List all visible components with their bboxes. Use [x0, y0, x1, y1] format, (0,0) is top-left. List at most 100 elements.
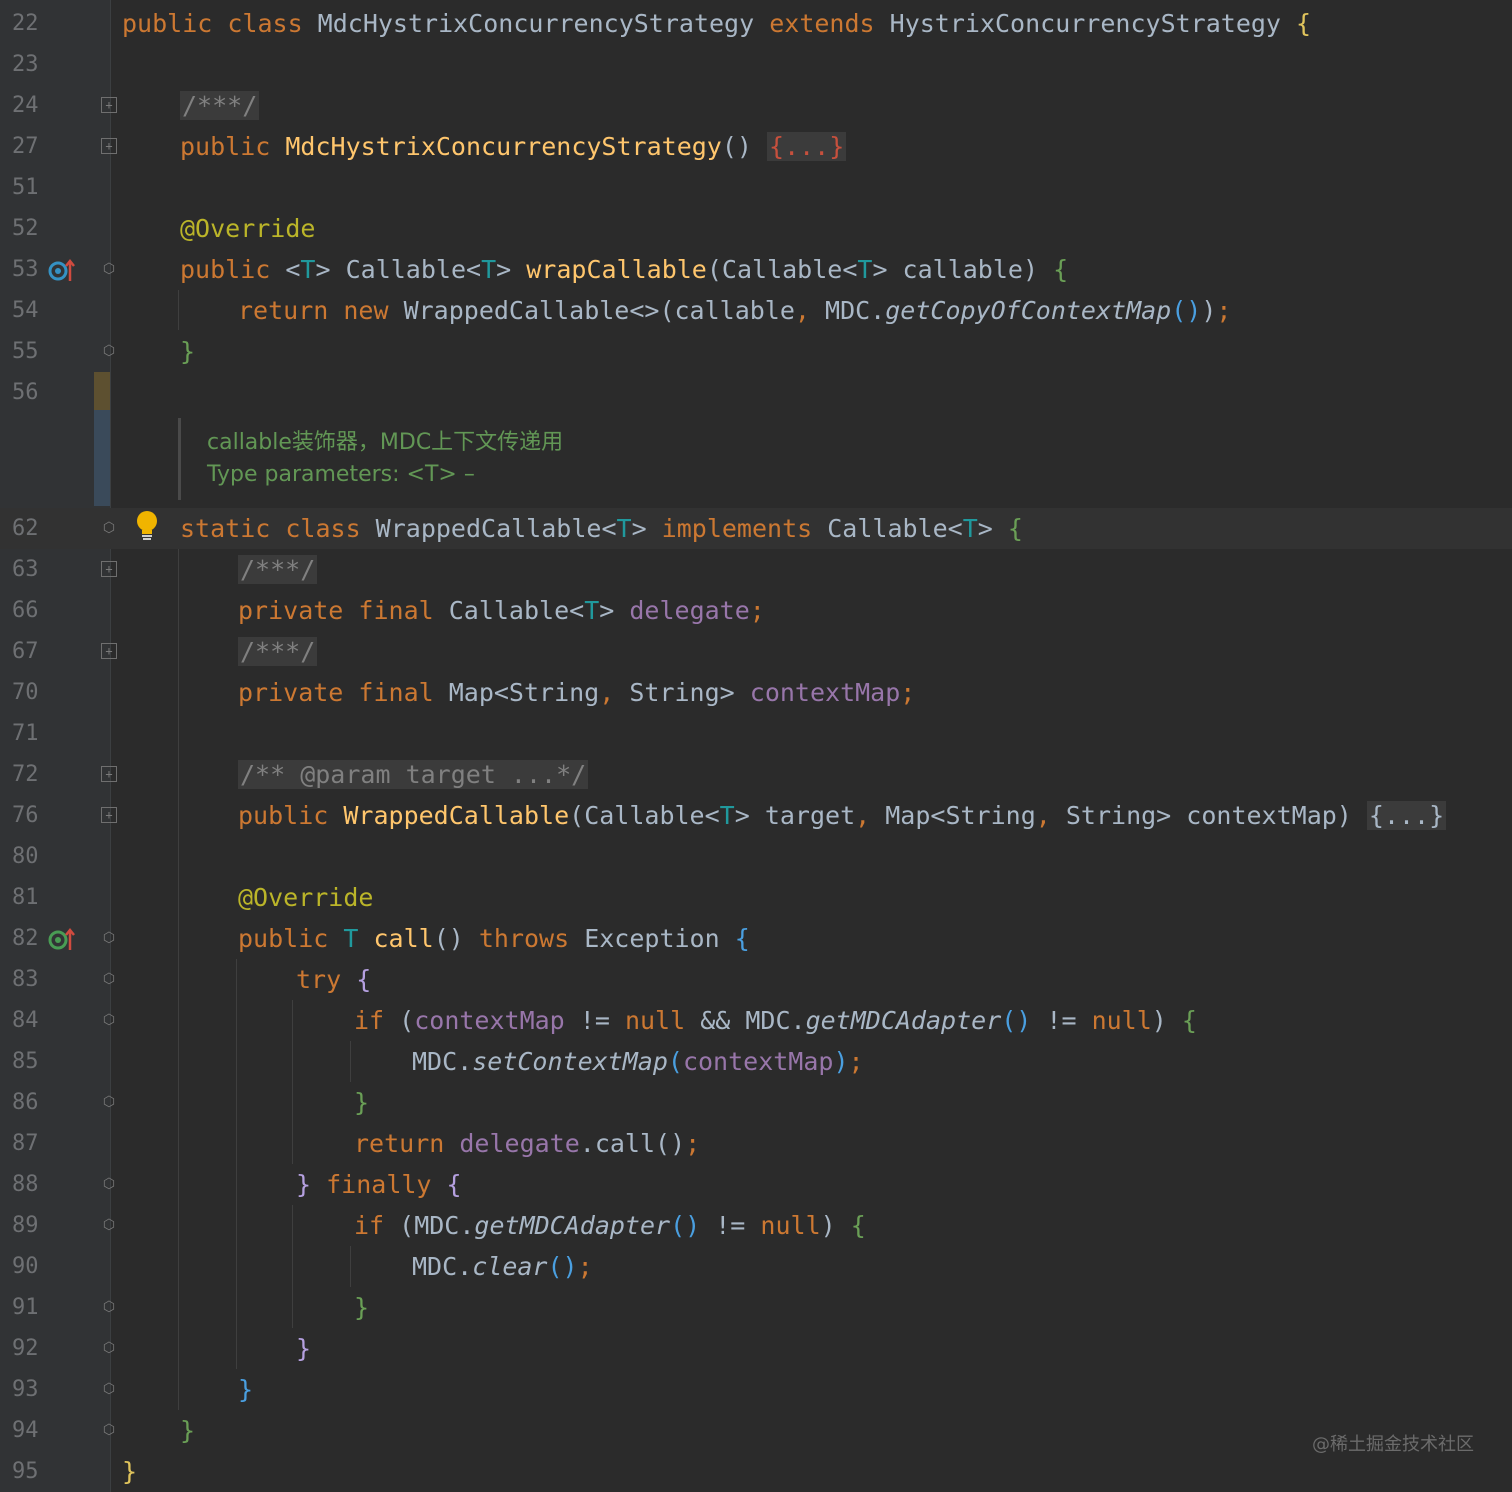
line-number[interactable]: 70	[12, 678, 52, 708]
code-text[interactable]: @Override	[180, 212, 315, 246]
code-text[interactable]: try {	[296, 963, 371, 997]
code-text[interactable]: }	[238, 1373, 253, 1407]
line-number[interactable]: 87	[12, 1129, 52, 1159]
line-number[interactable]: 93	[12, 1375, 52, 1405]
fold-end-icon[interactable]: ⬡	[101, 1340, 117, 1356]
code-line[interactable]: 63 + /***/	[0, 549, 1512, 590]
code-text[interactable]: }	[180, 1414, 195, 1448]
code-text[interactable]: MDC.clear();	[412, 1250, 593, 1284]
fold-arrow-icon[interactable]: ⬡	[101, 1217, 117, 1233]
line-number[interactable]: 66	[12, 596, 52, 626]
code-line[interactable]: 81 @Override	[0, 877, 1512, 918]
code-text[interactable]: return delegate.call();	[354, 1127, 700, 1161]
code-line[interactable]: 92 ⬡}	[0, 1328, 1512, 1369]
fold-arrow-icon[interactable]: ⬡	[101, 1176, 117, 1192]
line-number[interactable]: 85	[12, 1047, 52, 1077]
code-text[interactable]: return new WrappedCallable<>(callable, M…	[238, 294, 1231, 328]
code-line[interactable]: 22 public class MdcHystrixConcurrencyStra…	[0, 3, 1512, 44]
fold-box-icon[interactable]: +	[101, 138, 117, 154]
code-text[interactable]: }	[354, 1291, 369, 1325]
line-number[interactable]: 90	[12, 1252, 52, 1282]
line-number[interactable]: 91	[12, 1293, 52, 1323]
fold-box-icon[interactable]: +	[101, 807, 117, 823]
fold-box-icon[interactable]: +	[101, 643, 117, 659]
code-line[interactable]: 62 ⬡ static class WrappedCallable<T> imple…	[0, 508, 1512, 549]
code-text[interactable]: private final Callable<T> delegate;	[238, 594, 765, 628]
code-line[interactable]: 52 @Override	[0, 208, 1512, 249]
code-line[interactable]: 70 private final Map<String, String> cont…	[0, 672, 1512, 713]
code-line[interactable]: 76 + public WrappedCallable(Callable<T> ta…	[0, 795, 1512, 836]
line-number[interactable]: 83	[12, 965, 52, 995]
line-number[interactable]: 55	[12, 337, 52, 367]
line-number[interactable]: 52	[12, 214, 52, 244]
fold-end-icon[interactable]: ⬡	[101, 1381, 117, 1397]
code-line[interactable]: 94 ⬡}	[0, 1410, 1512, 1451]
code-line[interactable]: 93 ⬡}	[0, 1369, 1512, 1410]
code-text[interactable]: public MdcHystrixConcurrencyStrategy() {…	[180, 130, 847, 164]
line-number[interactable]: 53	[12, 255, 52, 285]
fold-arrow-icon[interactable]: ⬡	[101, 1012, 117, 1028]
code-line[interactable]: 85 MDC.setContextMap(contextMap);	[0, 1041, 1512, 1082]
fold-end-icon[interactable]: ⬡	[101, 1094, 117, 1110]
line-number[interactable]: 67	[12, 637, 52, 667]
fold-box-icon[interactable]: +	[101, 561, 117, 577]
line-number[interactable]: 86	[12, 1088, 52, 1118]
fold-arrow-icon[interactable]: ⬡	[101, 261, 117, 277]
code-text[interactable]: /***/	[238, 635, 318, 669]
line-number[interactable]: 80	[12, 842, 52, 872]
code-text[interactable]: /***/	[180, 89, 260, 123]
line-number[interactable]: 92	[12, 1334, 52, 1364]
code-line[interactable]: 71	[0, 713, 1512, 754]
line-number[interactable]: 22	[12, 9, 52, 39]
fold-arrow-icon[interactable]: ⬡	[101, 520, 117, 536]
fold-end-icon[interactable]: ⬡	[101, 1299, 117, 1315]
line-number[interactable]: 82	[12, 924, 52, 954]
code-text[interactable]: /** @param target ...*/	[238, 758, 589, 792]
code-text[interactable]: } finally {	[296, 1168, 462, 1202]
code-text[interactable]: MDC.setContextMap(contextMap);	[412, 1045, 864, 1079]
line-number[interactable]: 95	[12, 1457, 52, 1487]
line-number[interactable]: 88	[12, 1170, 52, 1200]
line-number[interactable]: 72	[12, 760, 52, 790]
code-line[interactable]: 83 ⬡ try {	[0, 959, 1512, 1000]
code-line[interactable]: 23	[0, 44, 1512, 85]
line-number[interactable]: 56	[12, 378, 52, 408]
code-line[interactable]: 95}	[0, 1451, 1512, 1492]
code-text[interactable]: if (contextMap != null && MDC.getMDCAdap…	[354, 1004, 1197, 1038]
code-text[interactable]: @Override	[238, 881, 373, 915]
code-line[interactable]: 24 + /***/	[0, 85, 1512, 126]
code-line[interactable]: 55 ⬡}	[0, 331, 1512, 372]
code-text[interactable]: public T call() throws Exception {	[238, 922, 750, 956]
line-number[interactable]: 81	[12, 883, 52, 913]
line-number[interactable]: 76	[12, 801, 52, 831]
line-number[interactable]: 23	[12, 50, 52, 80]
code-line[interactable]: 91 ⬡}	[0, 1287, 1512, 1328]
override-icon[interactable]	[48, 257, 78, 283]
fold-box-icon[interactable]: +	[101, 97, 117, 113]
line-number[interactable]: 54	[12, 296, 52, 326]
fold-arrow-icon[interactable]: ⬡	[101, 930, 117, 946]
code-line[interactable]: 66 private final Callable<T> delegate;	[0, 590, 1512, 631]
fold-arrow-icon[interactable]: ⬡	[101, 971, 117, 987]
code-line[interactable]: 84 ⬡ if (contextMap != null && MDC.getMDCA…	[0, 1000, 1512, 1041]
code-line[interactable]: 51	[0, 167, 1512, 208]
line-number[interactable]: 27	[12, 132, 52, 162]
code-line[interactable]: 89 ⬡ if (MDC.getMDCAdapter() != null) {	[0, 1205, 1512, 1246]
code-text[interactable]: public <T> Callable<T> wrapCallable(Call…	[180, 253, 1068, 287]
code-line[interactable]: 67 + /***/	[0, 631, 1512, 672]
code-line[interactable]: 53 ⬡ public <T> Callable<T> wrapCallable(C…	[0, 249, 1512, 290]
code-text[interactable]: }	[354, 1086, 369, 1120]
implemented-icon[interactable]	[48, 926, 78, 952]
line-number[interactable]: 94	[12, 1416, 52, 1446]
code-line[interactable]: 90 MDC.clear();	[0, 1246, 1512, 1287]
code-line[interactable]: 86 ⬡}	[0, 1082, 1512, 1123]
line-number[interactable]: 71	[12, 719, 52, 749]
line-number[interactable]: 62	[12, 514, 52, 544]
code-line[interactable]: 54 return new WrappedCallable<>(callable,…	[0, 290, 1512, 331]
code-line[interactable]: 72 + /** @param target ...*/	[0, 754, 1512, 795]
code-editor[interactable]: 22 public class MdcHystrixConcurrencyStra…	[0, 0, 1512, 1492]
code-text[interactable]: if (MDC.getMDCAdapter() != null) {	[354, 1209, 866, 1243]
code-text[interactable]: public WrappedCallable(Callable<T> targe…	[238, 799, 1447, 833]
line-number[interactable]: 84	[12, 1006, 52, 1036]
code-line[interactable]: 80	[0, 836, 1512, 877]
